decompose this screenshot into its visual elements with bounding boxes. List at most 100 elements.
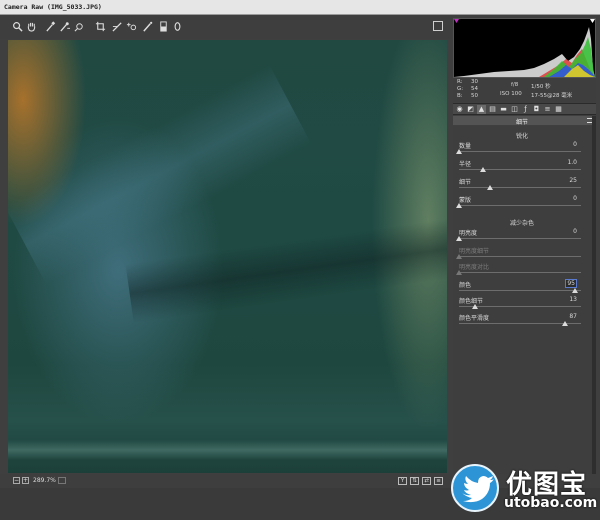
title-bar: Camera Raw (IMG_5033.JPG) <box>0 0 600 15</box>
hsl-tab-icon[interactable]: ▤ <box>488 105 497 114</box>
slider-track <box>459 205 581 206</box>
watermark-url: utobao.com <box>504 495 598 511</box>
detail-tab-icon[interactable]: ▲ <box>477 105 486 114</box>
presets-tab-icon[interactable]: ≡ <box>543 105 552 114</box>
color-value-field[interactable]: 95 <box>565 279 577 288</box>
panel-title: 细节 <box>515 119 528 126</box>
status-bar: − + 289.7% Y ⇅ ⇄ ≡ <box>0 474 452 488</box>
luminance-detail-label: 明亮度细节 <box>459 248 490 255</box>
slider-thumb[interactable] <box>456 236 462 241</box>
color-detail-slider[interactable]: 颜色细节 13 <box>453 296 591 314</box>
masking-value[interactable]: 0 <box>573 195 577 202</box>
slider-thumb[interactable] <box>456 149 462 154</box>
view-mode-button[interactable]: Y <box>398 477 407 485</box>
noise-reduction-heading: 减少杂色 <box>509 220 534 227</box>
color-smoothness-label: 颜色平滑度 <box>459 315 490 322</box>
color-smoothness-slider[interactable]: 颜色平滑度 87 <box>453 313 591 331</box>
lens-corrections-tab-icon[interactable]: ◫ <box>510 105 519 114</box>
info-readout: R: 30 G: 54 B: 50 f/8 1/50 秒 ISO 100 17-… <box>453 78 596 102</box>
detail-slider[interactable]: 细节 25 <box>453 177 591 195</box>
slider-track <box>459 151 581 152</box>
luminance-slider[interactable]: 明亮度 0 <box>453 228 591 246</box>
radius-value[interactable]: 1.0 <box>567 159 577 166</box>
shadow-clipping-icon[interactable] <box>454 19 459 23</box>
detail-value[interactable]: 25 <box>569 177 577 184</box>
sharpening-heading: 锐化 <box>515 133 528 140</box>
iso: ISO 100 <box>500 91 522 97</box>
zoom-dropdown[interactable] <box>58 477 66 484</box>
preview-shading <box>8 440 447 460</box>
b-label: B: <box>457 93 463 99</box>
luminance-contrast-slider: 明亮度对比 <box>453 262 591 280</box>
amount-slider[interactable]: 数量 0 <box>453 141 591 159</box>
graduated-filter-icon[interactable] <box>158 21 169 33</box>
aperture: f/8 <box>511 82 519 88</box>
r-label: R: <box>457 79 463 85</box>
slider-track <box>459 256 581 257</box>
slider-thumb[interactable] <box>480 167 487 172</box>
masking-slider[interactable]: 蒙版 0 <box>453 195 591 213</box>
zoom-out-button[interactable]: − <box>13 477 20 484</box>
slider-thumb[interactable] <box>571 288 578 293</box>
window-title: Camera Raw (IMG_5033.JPG) <box>4 3 102 11</box>
radial-filter-icon[interactable] <box>172 21 183 33</box>
watermark: 优图宝 utobao.com <box>448 456 600 518</box>
slider-thumb[interactable] <box>456 203 462 208</box>
color-detail-value[interactable]: 13 <box>569 296 577 303</box>
histogram <box>453 18 596 78</box>
panel-header: 细节 <box>453 116 596 126</box>
zoom-in-button[interactable]: + <box>22 477 29 484</box>
image-preview[interactable] <box>8 40 447 473</box>
slider-track <box>459 169 581 170</box>
bird-logo-icon <box>451 464 499 512</box>
slider-track <box>459 290 581 291</box>
luminance-contrast-label: 明亮度对比 <box>459 264 490 271</box>
tone-curve-tab-icon[interactable]: ◩ <box>466 105 475 114</box>
open-preferences-icon[interactable] <box>433 21 443 31</box>
swap-settings-button[interactable]: ⇄ <box>422 477 431 485</box>
split-toning-tab-icon[interactable]: ▬ <box>499 105 508 114</box>
before-after-button[interactable]: ⇅ <box>410 477 419 485</box>
slider-track <box>459 272 581 273</box>
detail-label: 细节 <box>459 179 472 186</box>
detail-panel: 锐化 数量 0 半径 1.0 细节 25 蒙版 0 减少杂色 明亮度 0 明亮度… <box>453 126 596 474</box>
panel-tabs: ◉ ◩ ▲ ▤ ▬ ◫ ƒ ◘ ≡ ▦ <box>453 103 596 115</box>
panel-scrollbar[interactable] <box>592 116 596 474</box>
radius-label: 半径 <box>459 161 472 168</box>
radius-slider[interactable]: 半径 1.0 <box>453 159 591 177</box>
g-value: 54 <box>471 86 478 92</box>
basic-tab-icon[interactable]: ◉ <box>455 105 464 114</box>
luminance-value[interactable]: 0 <box>573 228 577 235</box>
hand-icon[interactable] <box>26 21 37 33</box>
straighten-icon[interactable] <box>112 21 123 33</box>
color-label: 颜色 <box>459 282 472 289</box>
slider-thumb[interactable] <box>471 304 478 309</box>
toggle-settings-button[interactable]: ≡ <box>434 477 443 485</box>
adjustment-brush-icon[interactable] <box>142 21 153 33</box>
fx-tab-icon[interactable]: ƒ <box>521 105 530 114</box>
snapshots-tab-icon[interactable]: ▦ <box>554 105 563 114</box>
zoom-icon[interactable] <box>12 21 23 33</box>
camera-calibration-tab-icon[interactable]: ◘ <box>532 105 541 114</box>
color-sampler-icon[interactable] <box>59 21 70 33</box>
slider-thumb[interactable] <box>486 185 493 190</box>
slider-thumb[interactable] <box>562 321 569 326</box>
zoom-level: 289.7% <box>33 477 56 484</box>
lens: 17-55@28 毫米 <box>531 93 573 99</box>
crop-icon[interactable] <box>95 21 106 33</box>
slider-track <box>459 238 581 239</box>
g-label: G: <box>457 86 464 92</box>
b-value: 50 <box>471 93 478 99</box>
white-balance-icon[interactable] <box>45 21 56 33</box>
r-value: 30 <box>471 79 478 85</box>
toolbar <box>0 15 452 39</box>
highlight-clipping-icon[interactable] <box>590 19 595 23</box>
red-eye-icon[interactable] <box>126 21 137 33</box>
preview-shading <box>125 216 447 324</box>
shutter-speed: 1/50 秒 <box>531 84 551 90</box>
targeted-adjustment-icon[interactable] <box>74 21 85 33</box>
slider-track <box>459 187 581 188</box>
slider-thumb <box>456 270 462 275</box>
amount-value[interactable]: 0 <box>573 141 577 148</box>
color-smoothness-value[interactable]: 87 <box>569 313 577 320</box>
